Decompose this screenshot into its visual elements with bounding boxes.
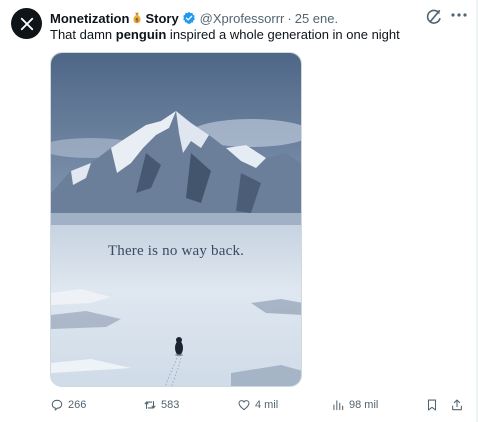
views-icon [333, 400, 344, 411]
tweet-header: Monetization $ Story @Xprofessorrr · 25 … [50, 9, 338, 27]
author-name-suffix[interactable]: Story [145, 11, 178, 26]
views-button[interactable]: 98 mil [331, 396, 378, 414]
like-count: 4 mil [255, 399, 279, 411]
share-button[interactable] [450, 396, 464, 414]
repost-button[interactable]: 583 [143, 396, 179, 414]
x-logo-icon [20, 17, 33, 30]
tweet-text-start: That damn [50, 27, 116, 42]
more-icon[interactable] [449, 6, 469, 24]
share-icon [452, 399, 462, 411]
tweet-image[interactable]: There is no way back. [50, 52, 302, 387]
reply-count: 266 [68, 399, 87, 411]
action-bar: 266 583 4 mil 98 mil [50, 396, 470, 414]
bookmark-icon [427, 399, 437, 411]
tweet-text-bold: penguin [115, 27, 167, 42]
mountain-penguin-illustration [51, 53, 301, 386]
repost-count: 583 [161, 399, 180, 411]
money-bag-icon: $ [133, 12, 141, 24]
like-button[interactable]: 4 mil [237, 396, 278, 414]
bookmark-button[interactable] [425, 396, 439, 414]
repost-icon [144, 400, 156, 410]
reply-button[interactable]: 266 [50, 396, 86, 414]
like-icon [238, 400, 250, 411]
header-separator: · [287, 10, 292, 26]
svg-text:$: $ [136, 18, 140, 24]
views-count: 98 mil [349, 399, 379, 411]
author-handle[interactable]: @Xprofessorrr [200, 11, 285, 26]
tweet-text-end: inspired a whole generation in one night [166, 27, 400, 42]
author-name[interactable]: Monetization [50, 11, 129, 26]
tweet-date[interactable]: 25 ene. [295, 11, 338, 26]
avatar[interactable] [11, 8, 42, 39]
reply-icon [51, 399, 63, 411]
tweet-text: That damn penguin inspired a whole gener… [50, 27, 400, 42]
verified-badge-icon [182, 11, 195, 25]
grok-icon[interactable] [425, 8, 443, 26]
image-caption: There is no way back. [107, 243, 245, 259]
